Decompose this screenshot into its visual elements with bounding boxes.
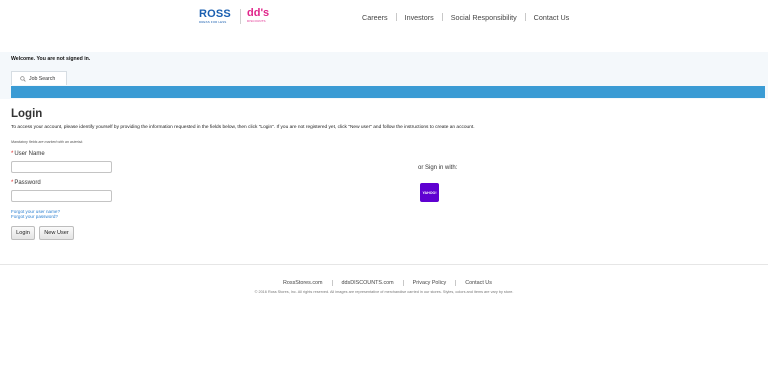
footer-separator	[402, 280, 404, 286]
site-header: ROSS DRESS FOR LESS dd's DISCOUNTS Caree…	[0, 0, 768, 34]
dds-logo-word: dd's	[247, 7, 270, 19]
user-name-label: *User Name	[11, 151, 45, 157]
yahoo-logo-text: YAHOO!	[422, 190, 437, 195]
nav-contact-us[interactable]: Contact Us	[534, 13, 570, 22]
password-input[interactable]	[11, 190, 112, 202]
nav-investors[interactable]: Investors	[405, 13, 434, 22]
dds-logo[interactable]: dd's DISCOUNTS	[247, 7, 275, 24]
page-title: Login	[11, 108, 43, 120]
logo-divider	[240, 9, 241, 24]
user-name-label-text: User Name	[14, 151, 45, 157]
mandatory-fields-note: Mandatory fields are marked with an aste…	[11, 140, 84, 144]
nav-separator	[441, 13, 443, 21]
nav-careers[interactable]: Careers	[362, 13, 388, 22]
tab-job-search-label: Job Search	[29, 75, 56, 82]
tab-content-bar	[11, 86, 765, 98]
login-button[interactable]: Login	[11, 226, 35, 240]
dds-logo-tagline: DISCOUNTS	[247, 19, 266, 23]
tab-job-search[interactable]: Job Search	[11, 71, 67, 85]
password-label-text: Password	[14, 180, 41, 186]
nav-social-responsibility[interactable]: Social Responsibility	[451, 13, 517, 22]
required-asterisk: *	[11, 180, 14, 186]
nav-separator	[395, 13, 397, 21]
top-nav: Careers Investors Social Responsibility …	[362, 11, 569, 23]
social-sign-in-label: or Sign in with:	[418, 165, 458, 171]
footer-nav: RossStores.com ddsDISCOUNTS.com Privacy …	[283, 279, 492, 287]
password-label: *Password	[11, 180, 41, 186]
nav-separator	[524, 13, 526, 21]
required-asterisk: *	[11, 151, 14, 157]
forgot-password-link[interactable]: Forgot your password?	[11, 214, 58, 219]
footer-link-contact-us[interactable]: Contact Us	[465, 280, 492, 286]
footer-link-rossstores[interactable]: RossStores.com	[283, 280, 323, 286]
welcome-message: Welcome. You are not signed in.	[11, 56, 91, 62]
ross-logo-word: ROSS	[199, 8, 231, 20]
new-user-button[interactable]: New User	[39, 226, 74, 240]
footer-separator	[331, 280, 333, 286]
ross-logo[interactable]: ROSS DRESS FOR LESS	[199, 8, 233, 25]
yahoo-sign-in-button[interactable]: YAHOO!	[420, 183, 439, 202]
job-search-icon	[20, 75, 26, 82]
user-name-input[interactable]	[11, 161, 112, 173]
ross-logo-tagline: DRESS FOR LESS	[199, 20, 227, 24]
footer-separator	[455, 280, 457, 286]
login-instructions: To access your account, please identify …	[11, 125, 475, 130]
footer-divider	[0, 264, 768, 265]
footer-link-ddsdiscounts[interactable]: ddsDISCOUNTS.com	[342, 280, 394, 286]
copyright-text: © 2016 Ross Stores, Inc. All rights rese…	[254, 290, 514, 294]
footer-link-privacy-policy[interactable]: Privacy Policy	[413, 280, 447, 286]
